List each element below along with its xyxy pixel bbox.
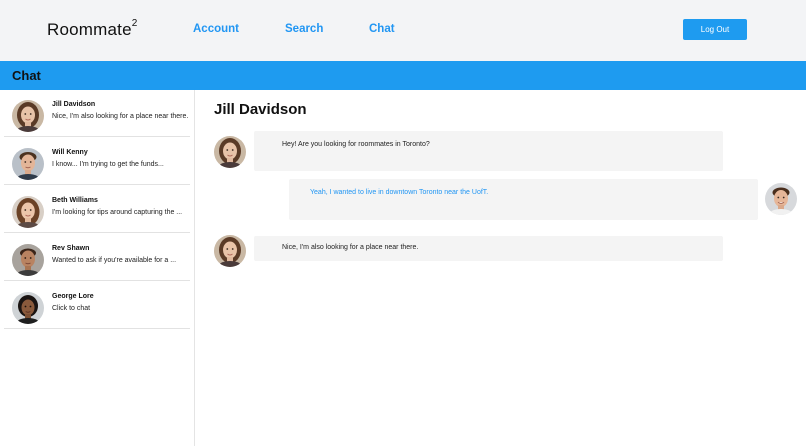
message-text: Hey! Are you looking for roommates in To… bbox=[282, 141, 430, 148]
incoming-message-bubble: Hey! Are you looking for roommates in To… bbox=[254, 131, 723, 171]
contact-list-item[interactable]: Jill Davidson Nice, I'm also looking for… bbox=[4, 90, 190, 137]
avatar bbox=[214, 235, 246, 267]
message-text: Yeah, I wanted to live in downtown Toron… bbox=[310, 189, 489, 196]
contact-preview: Nice, I'm also looking for a place near … bbox=[52, 113, 189, 120]
contact-name: Beth Williams bbox=[52, 197, 98, 204]
top-navigation-bar: Roommate2 Account Search Chat Log Out bbox=[0, 0, 806, 61]
contact-list-item[interactable]: George Lore Click to chat bbox=[4, 282, 190, 329]
contact-preview: Wanted to ask if you're available for a … bbox=[52, 257, 177, 264]
contact-list-item[interactable]: Beth Williams I'm looking for tips aroun… bbox=[4, 186, 190, 233]
nav-account-link[interactable]: Account bbox=[193, 23, 239, 35]
avatar bbox=[12, 244, 44, 276]
contact-list-item[interactable]: Will Kenny I know... I'm trying to get t… bbox=[4, 138, 190, 185]
avatar bbox=[214, 136, 246, 168]
avatar bbox=[12, 196, 44, 228]
contact-preview: I know... I'm trying to get the funds... bbox=[52, 161, 164, 168]
contact-name: Will Kenny bbox=[52, 149, 88, 156]
contact-name: Rev Shawn bbox=[52, 245, 90, 252]
section-header-bar: Chat bbox=[0, 61, 806, 90]
conversation-title: Jill Davidson bbox=[214, 101, 307, 118]
contact-preview: Click to chat bbox=[52, 305, 91, 312]
contacts-sidebar: Jill Davidson Nice, I'm also looking for… bbox=[0, 90, 195, 446]
section-title: Chat bbox=[12, 68, 41, 83]
contact-preview: I'm looking for tips around capturing th… bbox=[52, 209, 183, 216]
avatar bbox=[12, 148, 44, 180]
nav-search-link[interactable]: Search bbox=[285, 23, 323, 35]
message-text: Nice, I'm also looking for a place near … bbox=[282, 244, 419, 251]
logout-button[interactable]: Log Out bbox=[683, 19, 747, 40]
app-logo[interactable]: Roommate2 bbox=[47, 18, 138, 40]
avatar bbox=[12, 100, 44, 132]
contact-list-item[interactable]: Rev Shawn Wanted to ask if you're availa… bbox=[4, 234, 190, 281]
incoming-message-bubble: Nice, I'm also looking for a place near … bbox=[254, 236, 723, 261]
nav-chat-link[interactable]: Chat bbox=[369, 23, 395, 35]
avatar bbox=[765, 183, 797, 215]
contact-name: Jill Davidson bbox=[52, 101, 96, 108]
avatar bbox=[12, 292, 44, 324]
contact-name: George Lore bbox=[52, 293, 94, 300]
outgoing-message-bubble: Yeah, I wanted to live in downtown Toron… bbox=[289, 179, 758, 220]
